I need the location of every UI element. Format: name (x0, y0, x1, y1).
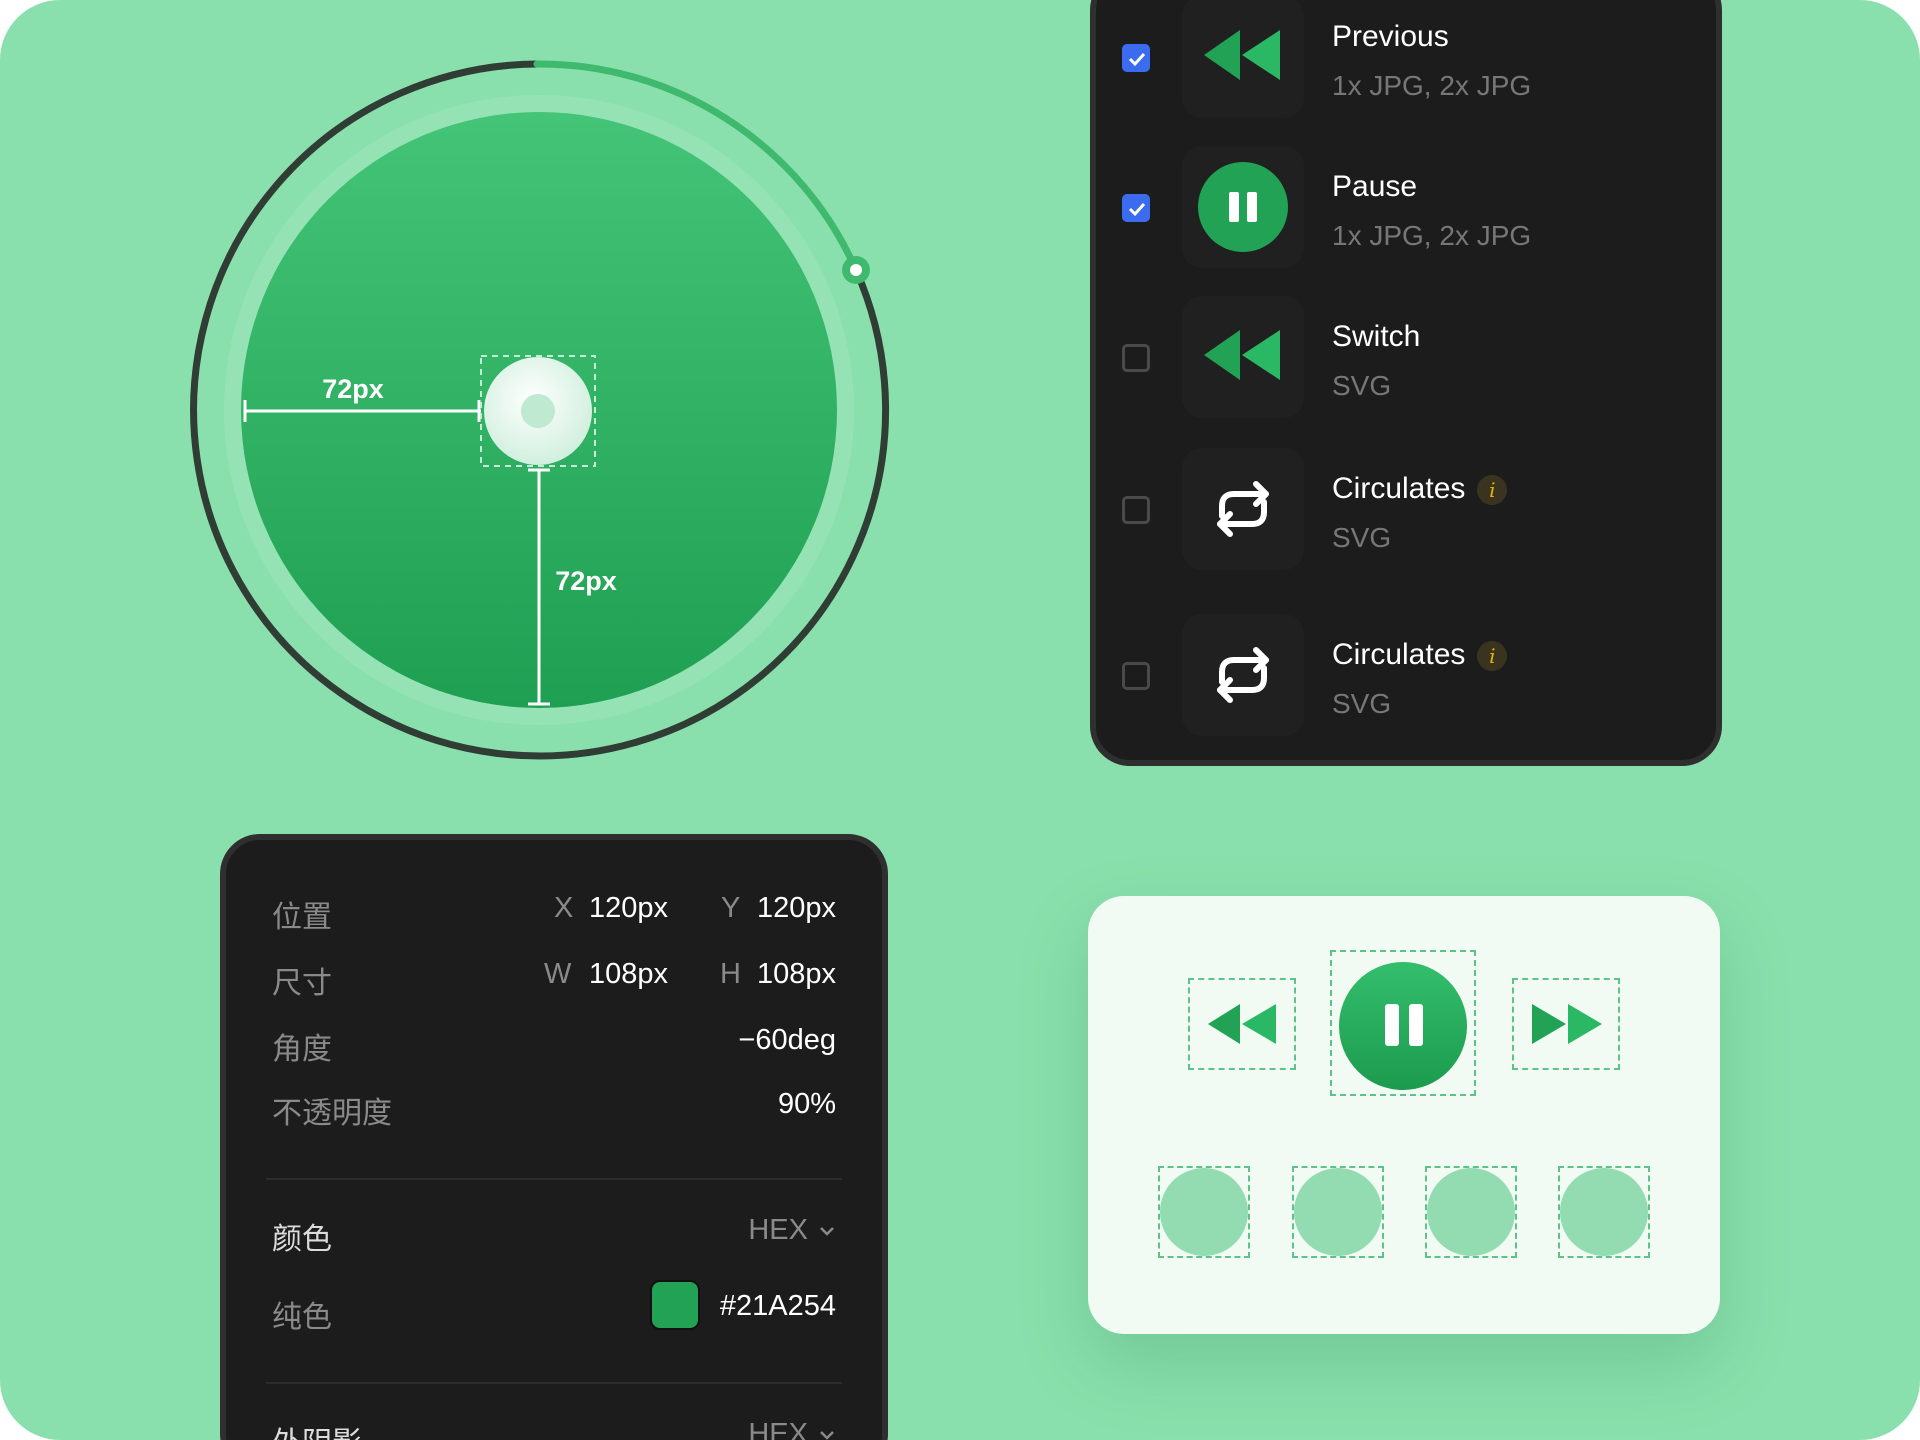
placeholder-slot[interactable] (1158, 1166, 1250, 1258)
asset-name-text: Circulates (1332, 638, 1466, 671)
shadow-format-dropdown[interactable]: HEX (748, 1418, 836, 1440)
pause-icon (1182, 146, 1304, 268)
asset-checkbox[interactable] (1122, 44, 1150, 72)
h-axis-label: H (720, 958, 741, 990)
placeholder-slot[interactable] (1292, 1166, 1384, 1258)
angle-value[interactable]: −60deg (738, 1024, 836, 1057)
shadow-format-value: HEX (748, 1418, 808, 1440)
placeholder-circle (1427, 1168, 1515, 1256)
placeholder-slot[interactable] (1425, 1166, 1517, 1258)
color-swatch[interactable] (650, 1280, 700, 1330)
fast-forward-icon (1532, 1004, 1602, 1044)
rewind-icon (1182, 0, 1304, 118)
asset-checkbox[interactable] (1122, 496, 1150, 524)
rewind-button[interactable] (1188, 978, 1296, 1070)
player-controls-card (1088, 896, 1720, 1334)
asset-row-pause[interactable]: Pause 1x JPG, 2x JPG (1096, 126, 1716, 276)
position-x-value[interactable]: 120px (589, 892, 668, 925)
pause-icon (1339, 962, 1467, 1090)
shadow-section-label: 外阴影 (272, 1418, 362, 1440)
asset-name: Circulates i (1332, 638, 1508, 672)
placeholder-circle (1560, 1168, 1648, 1256)
asset-format: SVG (1332, 522, 1392, 553)
rewind-icon (1182, 296, 1304, 418)
size-w-value[interactable]: 108px (589, 958, 668, 991)
dial-progress-handle[interactable] (842, 256, 870, 284)
asset-format: 1x JPG, 2x JPG (1332, 220, 1532, 251)
asset-format: SVG (1332, 688, 1392, 719)
fast-forward-button[interactable] (1512, 978, 1620, 1070)
size-h-value[interactable]: 108px (757, 958, 836, 991)
info-icon[interactable]: i (1477, 641, 1508, 672)
asset-name: Switch (1332, 320, 1421, 353)
info-icon[interactable]: i (1477, 475, 1508, 506)
properties-panel: 位置 X 120px Y 120px 尺寸 W 108px H 108px 角度… (220, 834, 888, 1440)
chevron-down-icon (820, 1431, 834, 1440)
asset-format: 1x JPG, 2x JPG (1332, 70, 1532, 101)
radius-label: 72px (322, 374, 384, 404)
fill-hex-value[interactable]: #21A254 (720, 1290, 836, 1323)
x-axis-label: X (554, 892, 574, 924)
repeat-icon (1182, 614, 1304, 736)
position-label: 位置 (272, 901, 332, 934)
section-divider (266, 1178, 842, 1180)
fill-label: 纯色 (272, 1301, 332, 1334)
color-format-value: HEX (748, 1214, 808, 1246)
section-divider (266, 1382, 842, 1384)
placeholder-circle (1160, 1168, 1248, 1256)
offset-label: 72px (555, 566, 617, 596)
asset-format: SVG (1332, 370, 1392, 401)
asset-row-circulates[interactable]: Circulates i SVG (1096, 592, 1716, 742)
asset-name: Previous (1332, 20, 1449, 53)
asset-checkbox[interactable] (1122, 194, 1150, 222)
position-y-value[interactable]: 120px (757, 892, 836, 925)
chevron-down-icon (820, 1227, 834, 1237)
angle-label: 角度 (272, 1033, 332, 1066)
asset-checkbox[interactable] (1122, 662, 1150, 690)
asset-checkbox[interactable] (1122, 344, 1150, 372)
color-section-label: 颜色 (272, 1223, 332, 1256)
asset-export-panel: Previous 1x JPG, 2x JPG Pause 1x JPG, 2x… (1090, 0, 1722, 766)
repeat-icon (1182, 448, 1304, 570)
size-label: 尺寸 (272, 967, 332, 1000)
opacity-value[interactable]: 90% (778, 1088, 836, 1121)
w-axis-label: W (544, 958, 572, 990)
asset-name-text: Circulates (1332, 472, 1466, 505)
asset-name: Pause (1332, 170, 1418, 203)
rewind-icon (1208, 1004, 1276, 1044)
asset-name: Circulates i (1332, 472, 1508, 506)
opacity-label: 不透明度 (272, 1097, 392, 1130)
asset-row-circulates[interactable]: Circulates i SVG (1096, 426, 1716, 576)
asset-row-switch[interactable]: Switch SVG (1096, 276, 1716, 426)
color-format-dropdown[interactable]: HEX (748, 1214, 836, 1247)
pause-button[interactable] (1330, 950, 1476, 1096)
y-axis-label: Y (721, 892, 741, 924)
placeholder-circle (1294, 1168, 1382, 1256)
asset-row-previous[interactable]: Previous 1x JPG, 2x JPG (1096, 0, 1716, 126)
placeholder-slot[interactable] (1558, 1166, 1650, 1258)
canvas: 72px 72px Previous 1x JPG, 2x JPG Pause … (0, 0, 1920, 1440)
